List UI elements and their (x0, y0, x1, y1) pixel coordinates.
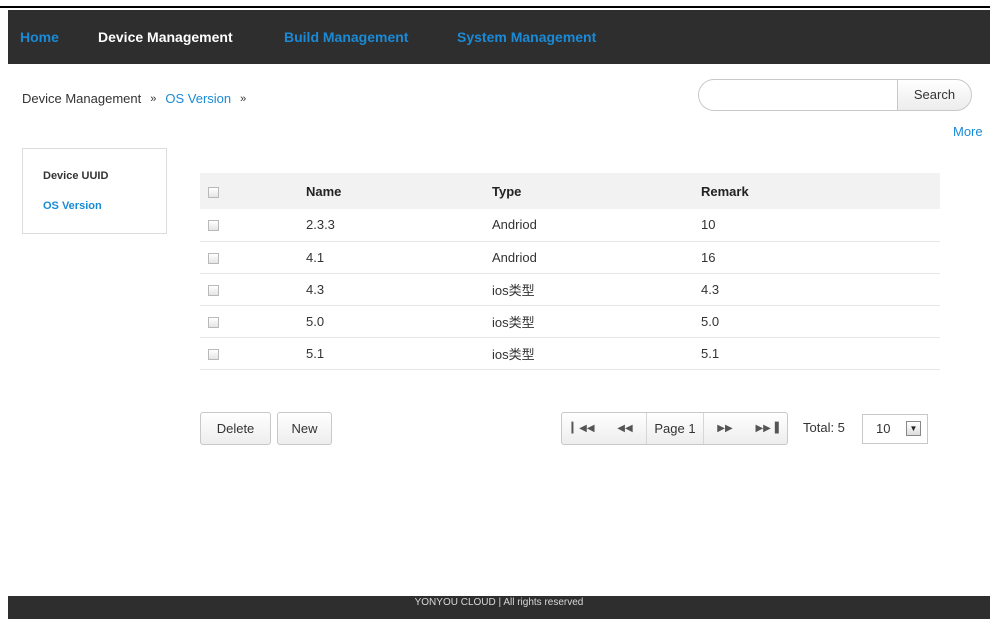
total-count: Total: 5 (803, 420, 845, 435)
cell-name: 2.3.3 (306, 209, 492, 242)
cell-type: ios类型 (492, 305, 701, 338)
top-border-line (0, 6, 990, 8)
sidebar-item-os-version[interactable]: OS Version (43, 200, 102, 212)
row-checkbox[interactable] (208, 252, 219, 264)
first-page-icon[interactable]: ▎◀◀ (562, 413, 604, 444)
chevron-down-icon[interactable]: ▼ (906, 421, 921, 436)
page-size-select[interactable]: 10 ▼ (862, 414, 928, 444)
breadcrumb-trailing-separator: » (240, 93, 247, 105)
page-size-value: 10 (876, 421, 891, 436)
nav-home[interactable]: Home (20, 10, 59, 64)
row-select-cell (200, 273, 306, 306)
row-checkbox[interactable] (208, 348, 219, 360)
next-page-icon[interactable]: ▶▶ (704, 413, 746, 444)
table-row[interactable]: 5.0 ios类型 5.0 (200, 305, 940, 338)
table-row[interactable]: 5.1 ios类型 5.1 (200, 337, 940, 370)
page-indicator: Page 1 (646, 413, 704, 444)
breadcrumb: Device Management » OS Version » (22, 91, 255, 106)
nav-device-management[interactable]: Device Management (98, 10, 233, 64)
delete-button[interactable]: Delete (200, 412, 271, 445)
more-link[interactable]: More (953, 124, 983, 139)
cell-remark: 5.1 (701, 337, 940, 370)
sidebar-item-device-uuid[interactable]: Device UUID (43, 170, 108, 182)
row-checkbox[interactable] (208, 284, 219, 296)
footer: YONYOU CLOUD | All rights reserved (8, 596, 990, 619)
row-select-cell (200, 241, 306, 274)
select-all-cell (200, 173, 306, 209)
cell-name: 5.0 (306, 305, 492, 338)
row-select-cell (200, 305, 306, 338)
nav-build-management[interactable]: Build Management (284, 10, 408, 64)
last-page-icon[interactable]: ▶▶▐ (746, 413, 788, 444)
os-version-table: Name Type Remark 2.3.3 Andriod 10 4.1 An… (200, 173, 940, 370)
cell-name: 4.3 (306, 273, 492, 306)
footer-text: YONYOU CLOUD | All rights reserved (414, 597, 584, 608)
cell-remark: 10 (701, 209, 940, 242)
cell-type: Andriod (492, 241, 701, 274)
search-button[interactable]: Search (897, 79, 972, 111)
table-row[interactable]: 4.3 ios类型 4.3 (200, 273, 940, 306)
row-checkbox[interactable] (208, 316, 219, 328)
row-select-cell (200, 209, 306, 242)
nav-system-management[interactable]: System Management (457, 10, 596, 64)
cell-name: 5.1 (306, 337, 492, 370)
cell-type: ios类型 (492, 273, 701, 306)
breadcrumb-root[interactable]: Device Management (22, 91, 141, 106)
column-header-name[interactable]: Name (306, 173, 492, 209)
cell-type: ios类型 (492, 337, 701, 370)
table-header-row: Name Type Remark (200, 173, 940, 209)
breadcrumb-current[interactable]: OS Version (165, 91, 231, 106)
row-checkbox[interactable] (208, 220, 219, 232)
cell-remark: 4.3 (701, 273, 940, 306)
column-header-type[interactable]: Type (492, 173, 701, 209)
top-navbar: Home Device Management Build Management … (8, 10, 990, 64)
previous-page-icon[interactable]: ◀◀ (604, 413, 646, 444)
breadcrumb-separator: » (150, 93, 157, 105)
table-row[interactable]: 4.1 Andriod 16 (200, 241, 940, 274)
select-all-checkbox[interactable] (208, 186, 219, 198)
pagination-bar: ▎◀◀ ◀◀ Page 1 ▶▶ ▶▶▐ (561, 412, 788, 445)
cell-type: Andriod (492, 209, 701, 242)
column-header-remark[interactable]: Remark (701, 173, 940, 209)
cell-remark: 16 (701, 241, 940, 274)
cell-remark: 5.0 (701, 305, 940, 338)
side-menu: Device UUID OS Version (22, 148, 167, 234)
cell-name: 4.1 (306, 241, 492, 274)
search-input[interactable] (698, 79, 897, 111)
new-button[interactable]: New (277, 412, 332, 445)
row-select-cell (200, 337, 306, 370)
table-row[interactable]: 2.3.3 Andriod 10 (200, 209, 940, 242)
